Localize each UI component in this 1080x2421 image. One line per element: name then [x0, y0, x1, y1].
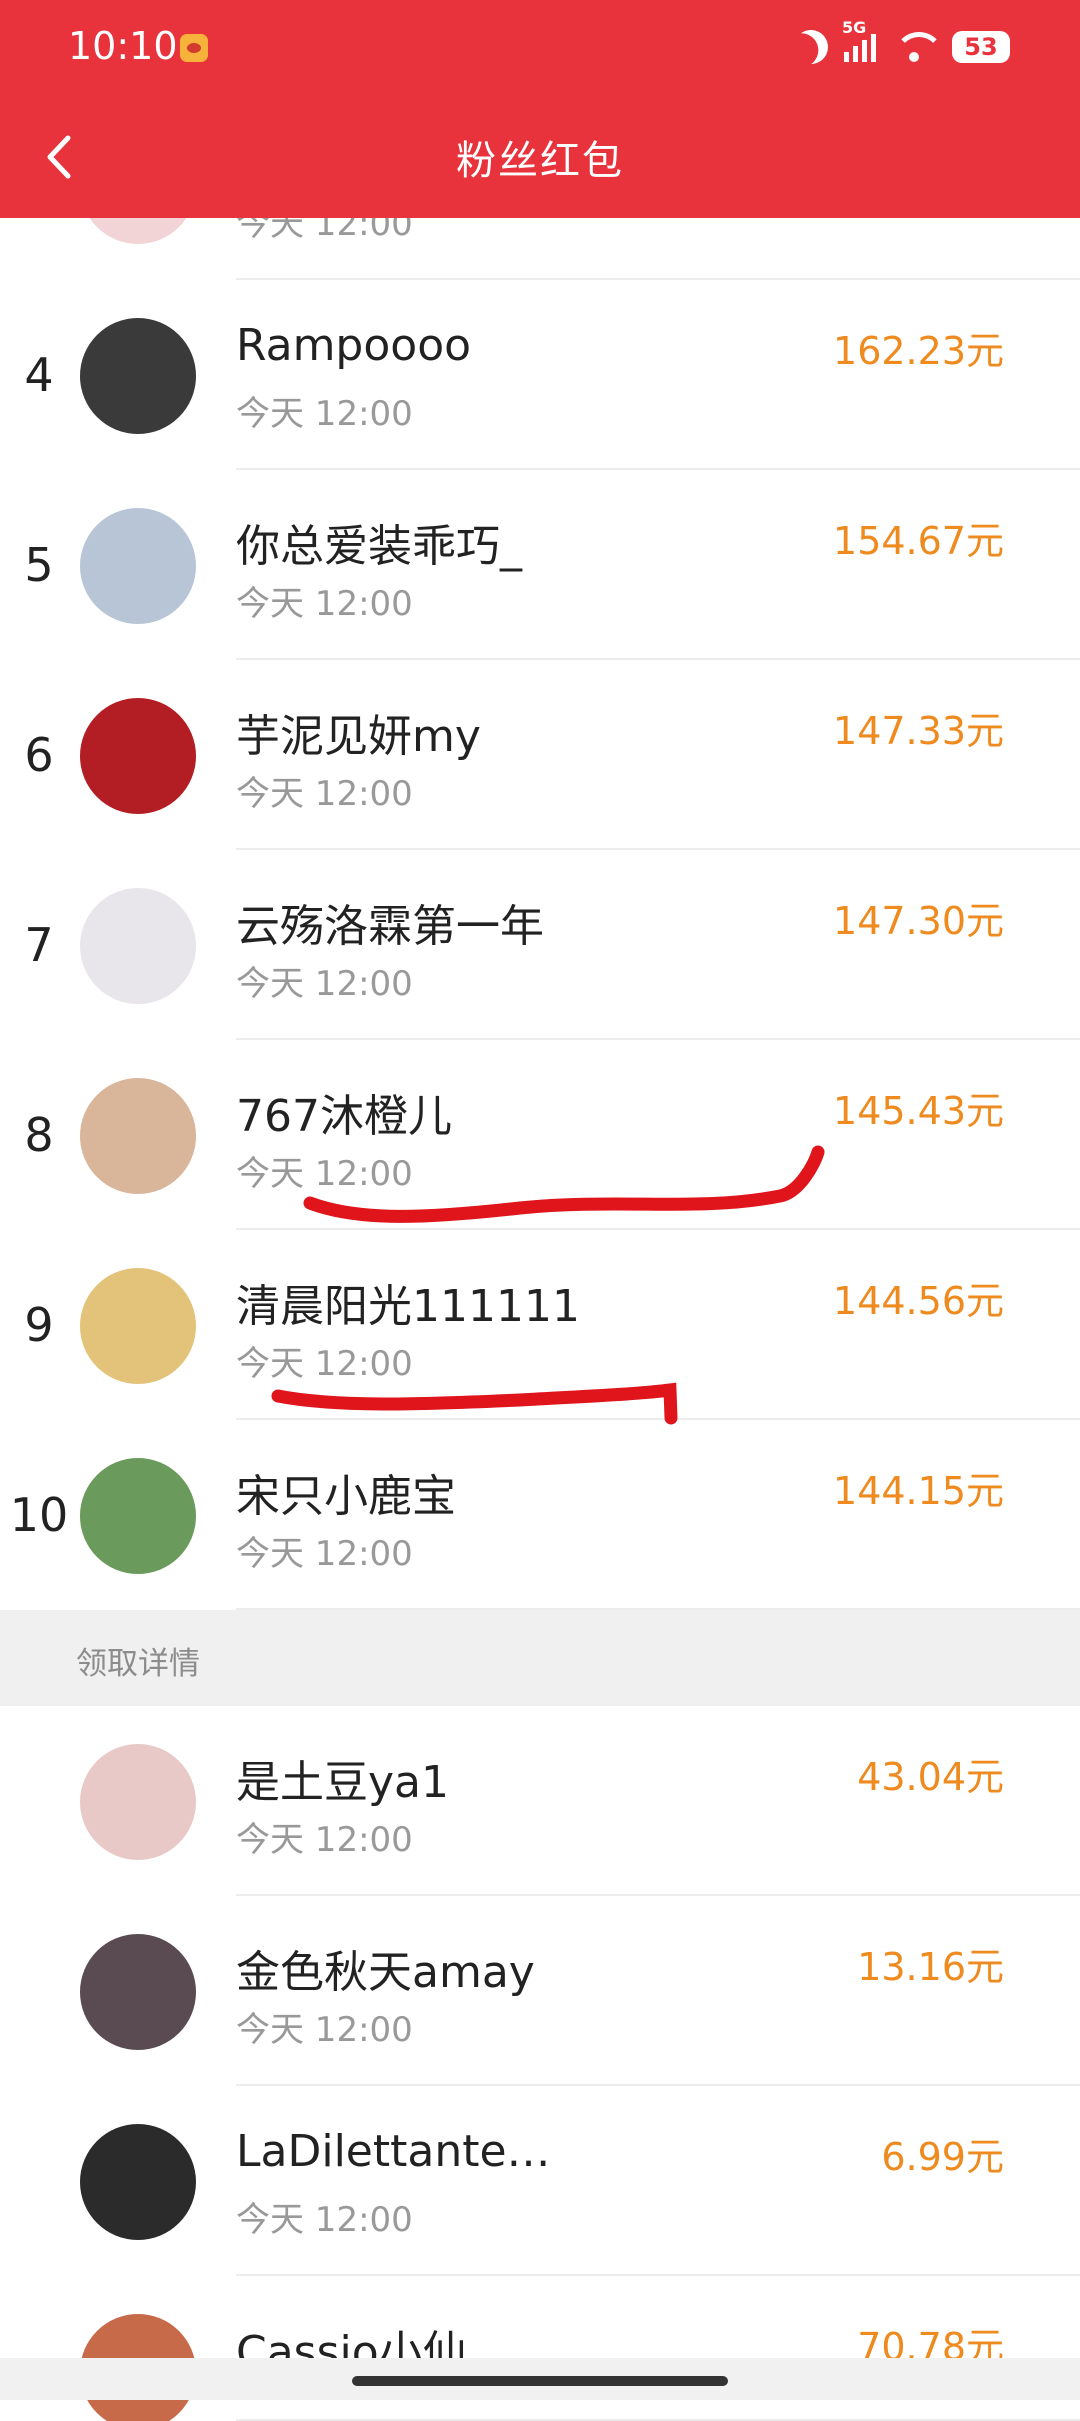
amount: 13.16元 — [857, 1945, 1004, 1989]
list-item[interactable]: 5 你总爱装乖巧_ 今天 12:00 154.67元 — [0, 470, 1080, 660]
user-name: 你总爱装乖巧_ — [236, 521, 522, 572]
list-item[interactable]: 4 Rampoooo 今天 12:00 162.23元 — [0, 280, 1080, 470]
section-header: 领取详情 — [0, 1610, 1080, 1706]
status-icons: 5G 53 — [794, 18, 1010, 72]
received-time: 今天 12:00 — [236, 2200, 413, 2240]
avatar — [80, 218, 196, 244]
user-name: 芋泥见妍my — [236, 711, 481, 762]
received-time: 今天 12:00 — [236, 1820, 413, 1860]
amount: 43.04元 — [857, 1755, 1004, 1799]
rank-number: 5 — [24, 538, 54, 592]
status-bar: 10:10 5G 53 — [0, 0, 1080, 100]
list-item[interactable]: 6 芋泥见妍my 今天 12:00 147.33元 — [0, 660, 1080, 850]
red-packet-list: 今天 12:00 4 Rampoooo 今天 12:00 162.23元 5 你总爱装乖巧… — [0, 218, 1080, 2421]
amount: 162.23元 — [833, 329, 1004, 373]
user-name: Rampoooo — [236, 320, 472, 371]
home-indicator[interactable] — [352, 2376, 728, 2386]
received-time: 今天 12:00 — [236, 218, 413, 244]
amount: 6.99元 — [881, 2135, 1004, 2179]
avatar[interactable] — [80, 1934, 196, 2050]
rank-number: 10 — [9, 1488, 69, 1542]
received-time: 今天 12:00 — [236, 2010, 413, 2050]
avatar[interactable] — [80, 508, 196, 624]
amount: 154.67元 — [833, 519, 1004, 563]
rank-number: 7 — [24, 918, 54, 972]
list-item[interactable]: 是土豆ya1 今天 12:00 43.04元 — [0, 1706, 1080, 1896]
amount: 147.33元 — [833, 709, 1004, 753]
avatar[interactable] — [80, 318, 196, 434]
rank-number: 4 — [24, 348, 54, 402]
received-time: 今天 12:00 — [236, 1534, 413, 1574]
list-item[interactable]: 金色秋天amay 今天 12:00 13.16元 — [0, 1896, 1080, 2086]
battery-indicator: 53 — [952, 31, 1010, 63]
app-header: 10:10 5G 53 粉丝红包 — [0, 0, 1080, 218]
avatar[interactable] — [80, 1744, 196, 1860]
amount: 147.30元 — [833, 899, 1004, 943]
avatar[interactable] — [80, 1458, 196, 1574]
list-item[interactable]: 10 宋只小鹿宝今天 12:00 144.15元 — [0, 1420, 1080, 1610]
amount: 144.15元 — [833, 1469, 1004, 1513]
received-time: 今天 12:00 — [236, 394, 413, 434]
avatar[interactable] — [80, 698, 196, 814]
amount: 145.43元 — [833, 1089, 1004, 1133]
section-title: 领取详情 — [76, 1646, 200, 1682]
list-item[interactable]: 9 清晨阳光111111 今天 12:00 144.56元 — [0, 1230, 1080, 1420]
received-time: 今天 12:00 — [236, 584, 413, 624]
rank-number: 9 — [24, 1298, 54, 1352]
signal-icon: 5G — [842, 18, 876, 62]
wifi-icon — [892, 30, 944, 64]
user-name: 是土豆ya1 — [236, 1757, 449, 1808]
avatar[interactable] — [80, 888, 196, 1004]
network-type: 5G — [842, 18, 867, 37]
list-item[interactable]: 7 云殇洛霖第一年今天 12:00 147.30元 — [0, 850, 1080, 1040]
list-item[interactable]: LaDilettante… 今天 12:00 6.99元 — [0, 2086, 1080, 2276]
app-notification-icon — [180, 34, 208, 62]
received-time: 今天 12:00 — [236, 964, 413, 1004]
avatar[interactable] — [80, 2124, 196, 2240]
avatar[interactable] — [80, 1078, 196, 1194]
user-name: LaDilettante… — [236, 2126, 551, 2177]
user-name: 宋只小鹿宝 — [236, 1471, 456, 1522]
user-name: 清晨阳光111111 — [236, 1281, 580, 1332]
user-name: 云殇洛霖第一年 — [236, 901, 544, 952]
avatar[interactable] — [80, 1268, 196, 1384]
page-title: 粉丝红包 — [456, 138, 624, 184]
list-item-partial[interactable]: 今天 12:00 — [0, 218, 1080, 280]
received-time: 今天 12:00 — [236, 774, 413, 814]
received-time: 今天 12:00 — [236, 1154, 413, 1194]
user-name: 767沐橙儿 — [236, 1091, 452, 1142]
list-item[interactable]: 8 767沐橙儿今天 12:00 145.43元 — [0, 1040, 1080, 1230]
do-not-disturb-icon — [788, 24, 834, 70]
amount: 144.56元 — [833, 1279, 1004, 1323]
received-time: 今天 12:00 — [236, 1344, 413, 1384]
status-time: 10:10 — [68, 24, 178, 68]
rank-number: 8 — [24, 1108, 54, 1162]
user-name: 金色秋天amay — [236, 1947, 535, 1998]
navigation-bar: 粉丝红包 — [0, 100, 1080, 218]
rank-number: 6 — [24, 728, 54, 782]
